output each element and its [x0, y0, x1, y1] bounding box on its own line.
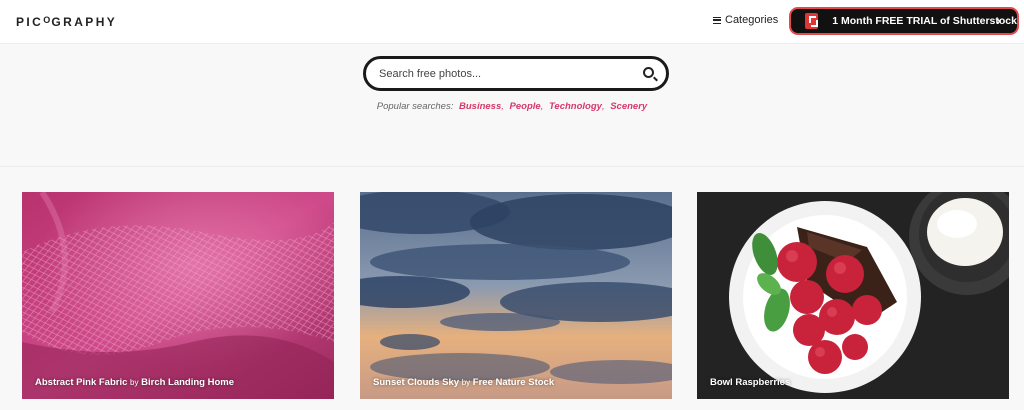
pink-fabric-image	[22, 192, 334, 399]
search-input[interactable]	[379, 66, 629, 82]
photo-by: by	[461, 378, 471, 387]
photo-caption: Abstract Pink Fabric by Birch Landing Ho…	[35, 377, 234, 388]
logo-text-pre: PIC	[16, 15, 44, 29]
search-icon[interactable]	[643, 67, 654, 78]
site-logo[interactable]: PICOGRAPHY	[16, 15, 117, 29]
photo-title[interactable]: Abstract Pink Fabric	[35, 377, 127, 388]
section-divider	[0, 166, 1024, 167]
photo-card-sunset-clouds[interactable]: Sunset Clouds Sky by Free Nature Stock	[360, 192, 672, 399]
shutterstock-icon	[805, 13, 819, 29]
popular-link-people[interactable]: People	[510, 101, 541, 112]
photo-author[interactable]: Free Nature Stock	[473, 377, 554, 388]
photo-title[interactable]: Bowl Raspberries	[710, 377, 790, 388]
photo-card-pink-fabric[interactable]: Abstract Pink Fabric by Birch Landing Ho…	[22, 192, 334, 399]
chevron-right-icon: ›	[996, 14, 1001, 28]
popular-link-business[interactable]: Business	[459, 101, 501, 112]
photo-card-raspberries[interactable]: Bowl Raspberries	[697, 192, 1009, 399]
logo-text-post: GRAPHY	[51, 15, 118, 29]
photo-title[interactable]: Sunset Clouds Sky	[373, 377, 459, 388]
popular-searches: Popular searches: Business, People, Tech…	[376, 101, 648, 112]
sunset-clouds-image	[360, 192, 672, 399]
photo-caption: Bowl Raspberries	[710, 377, 790, 388]
popular-label: Popular searches:	[376, 101, 454, 112]
hamburger-icon	[713, 16, 721, 24]
raspberries-image	[697, 192, 1009, 399]
search-box	[363, 56, 669, 91]
shutterstock-trial-button[interactable]: 1 Month FREE TRIAL of Shutterstock ›	[789, 7, 1019, 35]
top-header: PICOGRAPHY Categories 1 Month FREE TRIAL…	[0, 0, 1024, 44]
categories-menu-button[interactable]: Categories	[713, 14, 778, 26]
popular-link-technology[interactable]: Technology	[549, 101, 602, 112]
photo-by: by	[130, 378, 139, 387]
photo-author[interactable]: Birch Landing Home	[141, 377, 234, 388]
popular-link-scenery[interactable]: Scenery	[610, 101, 647, 112]
photo-caption: Sunset Clouds Sky by Free Nature Stock	[373, 377, 554, 388]
categories-label: Categories	[725, 14, 779, 26]
trial-label: 1 Month FREE TRIAL of Shutterstock	[832, 15, 1017, 27]
